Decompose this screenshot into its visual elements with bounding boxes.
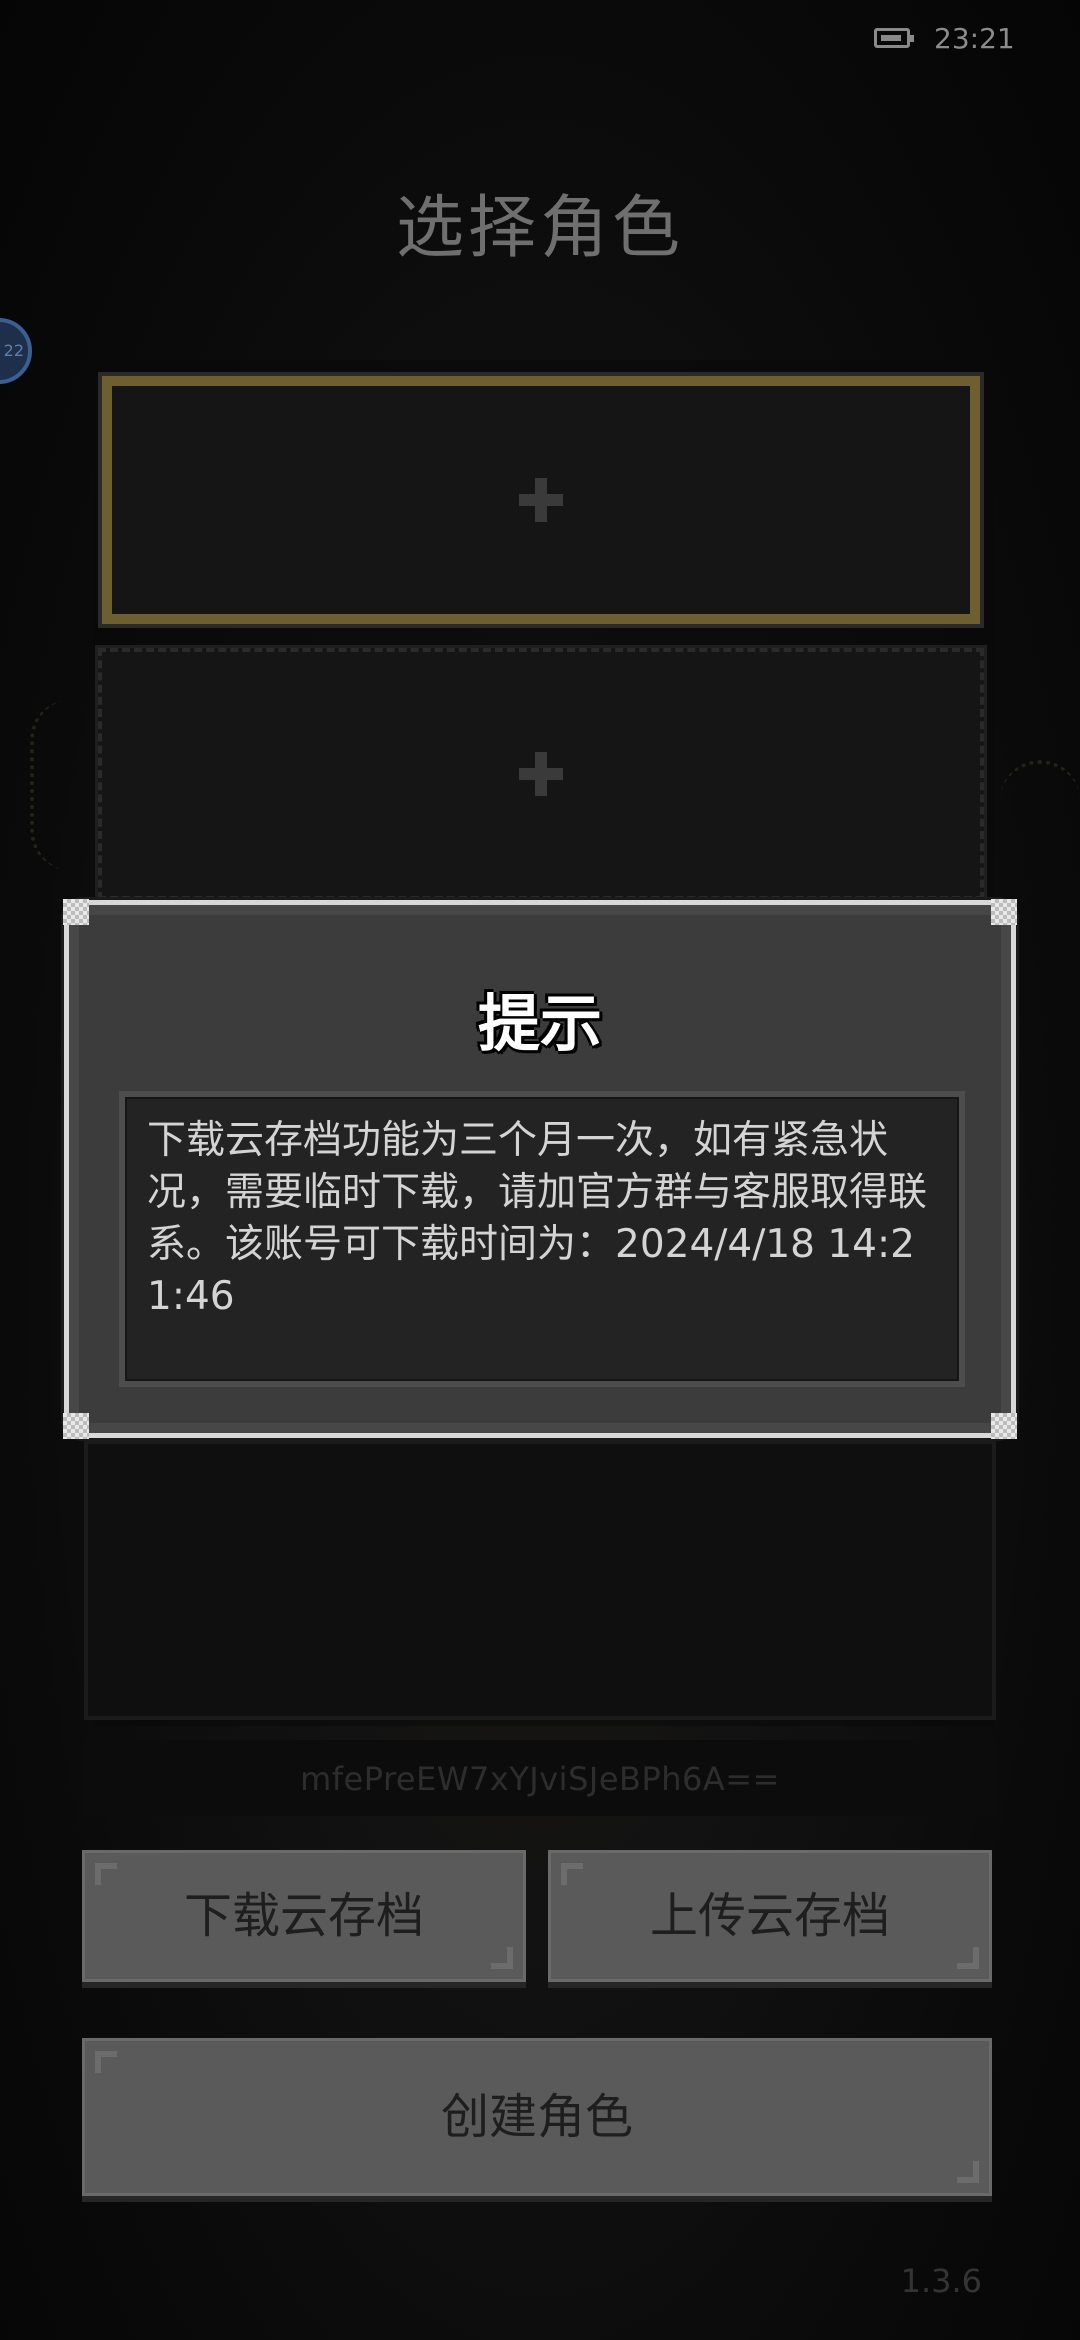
plus-icon	[519, 752, 563, 796]
floating-avatar-button[interactable]: 22	[0, 318, 32, 384]
upload-cloud-save-button[interactable]: 上传云存档	[548, 1850, 992, 1982]
create-character-label: 创建角色	[440, 2089, 633, 2145]
character-slot-1[interactable]	[98, 372, 984, 628]
corner-decoration	[491, 1947, 513, 1969]
dialog-corner	[991, 1413, 1017, 1439]
plus-icon	[519, 478, 563, 522]
dialog-title: 提示	[477, 987, 602, 1060]
upload-cloud-save-label: 上传云存档	[649, 1888, 890, 1944]
dialog-corner	[63, 1413, 89, 1439]
corner-decoration	[95, 1863, 117, 1885]
background-decoration-right	[1000, 760, 1080, 844]
corner-decoration	[561, 1863, 583, 1885]
background-decoration-left	[30, 700, 94, 870]
status-time: 23:21	[934, 22, 1015, 55]
create-character-button[interactable]: 创建角色	[82, 2038, 992, 2196]
corner-decoration	[95, 2051, 117, 2073]
corner-decoration	[957, 2161, 979, 2183]
dialog-corner	[63, 899, 89, 925]
character-slot-3[interactable]	[84, 1440, 996, 1720]
battery-icon	[874, 28, 914, 48]
download-cloud-save-button[interactable]: 下载云存档	[82, 1850, 526, 1982]
dialog-corner	[991, 899, 1017, 925]
dialog-message: 下载云存档功能为三个月一次，如有紧急状况，需要临时下载，请加官方群与客服取得联系…	[119, 1091, 965, 1387]
download-cloud-save-label: 下载云存档	[183, 1888, 424, 1944]
page-title: 选择角色	[395, 189, 684, 268]
notice-dialog[interactable]: 提示 下载云存档功能为三个月一次，如有紧急状况，需要临时下载，请加官方群与客服取…	[63, 899, 1017, 1439]
account-id: mfePreEW7xYJviSJeBPh6A==	[300, 1760, 780, 1798]
version-label: 1.3.6	[900, 2262, 982, 2300]
character-slot-2[interactable]	[95, 645, 987, 903]
corner-decoration	[957, 1947, 979, 1969]
status-bar: 23:21	[0, 0, 1080, 80]
character-select-screen: 23:21 选择角色 22 mfePreEW7xYJviSJeBPh6A== 下…	[0, 0, 1080, 2340]
